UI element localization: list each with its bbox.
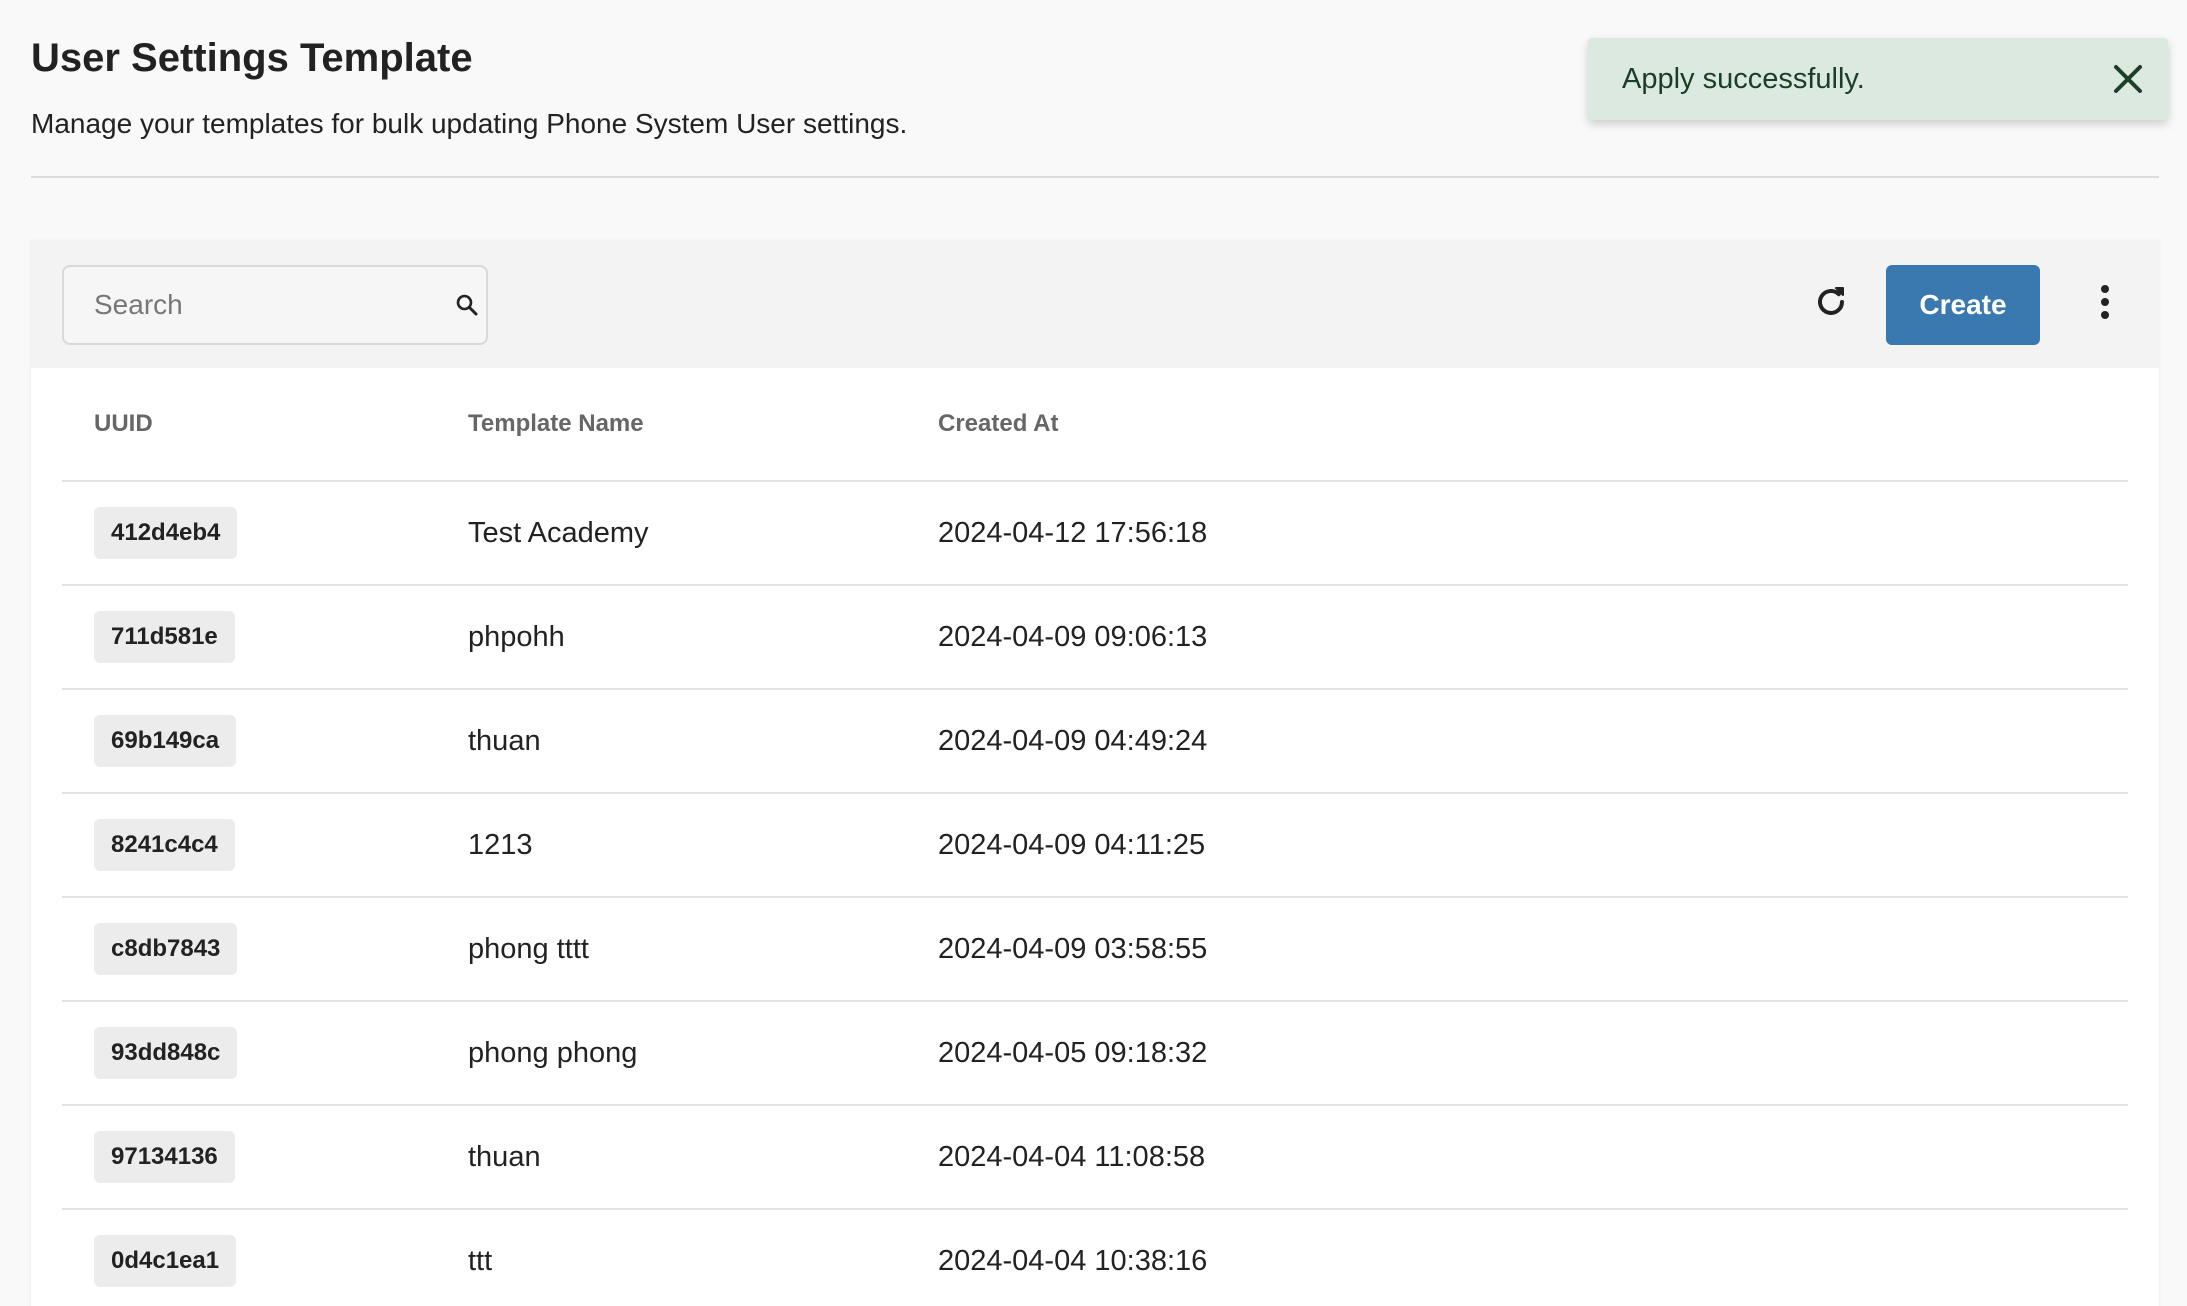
toolbar: Create <box>31 240 2159 368</box>
created-at-cell: 2024-04-04 10:38:16 <box>938 1244 1208 1277</box>
template-name-cell: thuan <box>468 724 541 757</box>
uuid-badge: 0d4c1ea1 <box>94 1235 237 1287</box>
search-input[interactable] <box>94 289 455 321</box>
table-row[interactable]: 93dd848c phong phong 2024-04-05 09:18:32 <box>62 1002 2128 1106</box>
more-vertical-icon <box>2099 284 2111 325</box>
template-name-cell: 1213 <box>468 828 533 861</box>
templates-table: UUID Template Name Created At 412d4eb4 T… <box>62 368 2128 1306</box>
template-name-cell: ttt <box>468 1244 493 1277</box>
table-row[interactable]: 8241c4c4 1213 2024-04-09 04:11:25 <box>62 794 2128 898</box>
column-header-uuid[interactable]: UUID <box>62 410 468 438</box>
table-row[interactable]: 711d581e phpohh 2024-04-09 09:06:13 <box>62 586 2128 690</box>
toast-message: Apply successfully. <box>1622 62 1865 95</box>
created-at-cell: 2024-04-09 03:58:55 <box>938 932 1208 965</box>
created-at-cell: 2024-04-09 09:06:13 <box>938 620 1208 653</box>
table-row[interactable]: 69b149ca thuan 2024-04-09 04:49:24 <box>62 690 2128 794</box>
uuid-badge: 412d4eb4 <box>94 507 238 559</box>
created-at-cell: 2024-04-09 04:49:24 <box>938 724 1208 757</box>
page-subtitle: Manage your templates for bulk updating … <box>31 108 908 139</box>
create-button[interactable]: Create <box>1886 265 2040 345</box>
table-row[interactable]: 412d4eb4 Test Academy 2024-04-12 17:56:1… <box>62 482 2128 586</box>
uuid-badge: 8241c4c4 <box>94 819 235 871</box>
refresh-icon <box>1811 282 1851 327</box>
table-row[interactable]: c8db7843 phong tttt 2024-04-09 03:58:55 <box>62 898 2128 1002</box>
created-at-cell: 2024-04-04 11:08:58 <box>938 1140 1206 1173</box>
template-name-cell: phong tttt <box>468 932 589 965</box>
template-name-cell: Test Academy <box>468 516 649 549</box>
page-title: User Settings Template <box>31 36 473 80</box>
uuid-badge: 97134136 <box>94 1131 235 1183</box>
created-at-cell: 2024-04-12 17:56:18 <box>938 516 1208 549</box>
refresh-button[interactable] <box>1803 276 1859 332</box>
templates-card: Create UUID Template Name Created At 412… <box>31 240 2159 1306</box>
created-at-cell: 2024-04-09 04:11:25 <box>938 828 1206 861</box>
uuid-badge: 711d581e <box>94 611 235 663</box>
success-toast: Apply successfully. <box>1588 38 2168 120</box>
header-divider <box>31 176 2159 178</box>
more-options-button[interactable] <box>2085 276 2125 332</box>
search-box[interactable] <box>62 265 488 345</box>
table-row[interactable]: 0d4c1ea1 ttt 2024-04-04 10:38:16 <box>62 1210 2128 1306</box>
page: User Settings Template Manage your templ… <box>0 0 2187 1306</box>
template-name-cell: phpohh <box>468 620 565 653</box>
table-header: UUID Template Name Created At <box>62 368 2128 482</box>
template-name-cell: phong phong <box>468 1036 638 1069</box>
created-at-cell: 2024-04-05 09:18:32 <box>938 1036 1208 1069</box>
column-header-template-name[interactable]: Template Name <box>468 410 938 438</box>
search-icon[interactable] <box>455 291 479 319</box>
uuid-badge: c8db7843 <box>94 923 238 975</box>
column-header-created-at[interactable]: Created At <box>938 410 2128 438</box>
uuid-badge: 69b149ca <box>94 715 237 767</box>
close-icon[interactable] <box>2108 59 2148 99</box>
table-row[interactable]: 97134136 thuan 2024-04-04 11:08:58 <box>62 1106 2128 1210</box>
template-name-cell: thuan <box>468 1140 541 1173</box>
uuid-badge: 93dd848c <box>94 1027 238 1079</box>
